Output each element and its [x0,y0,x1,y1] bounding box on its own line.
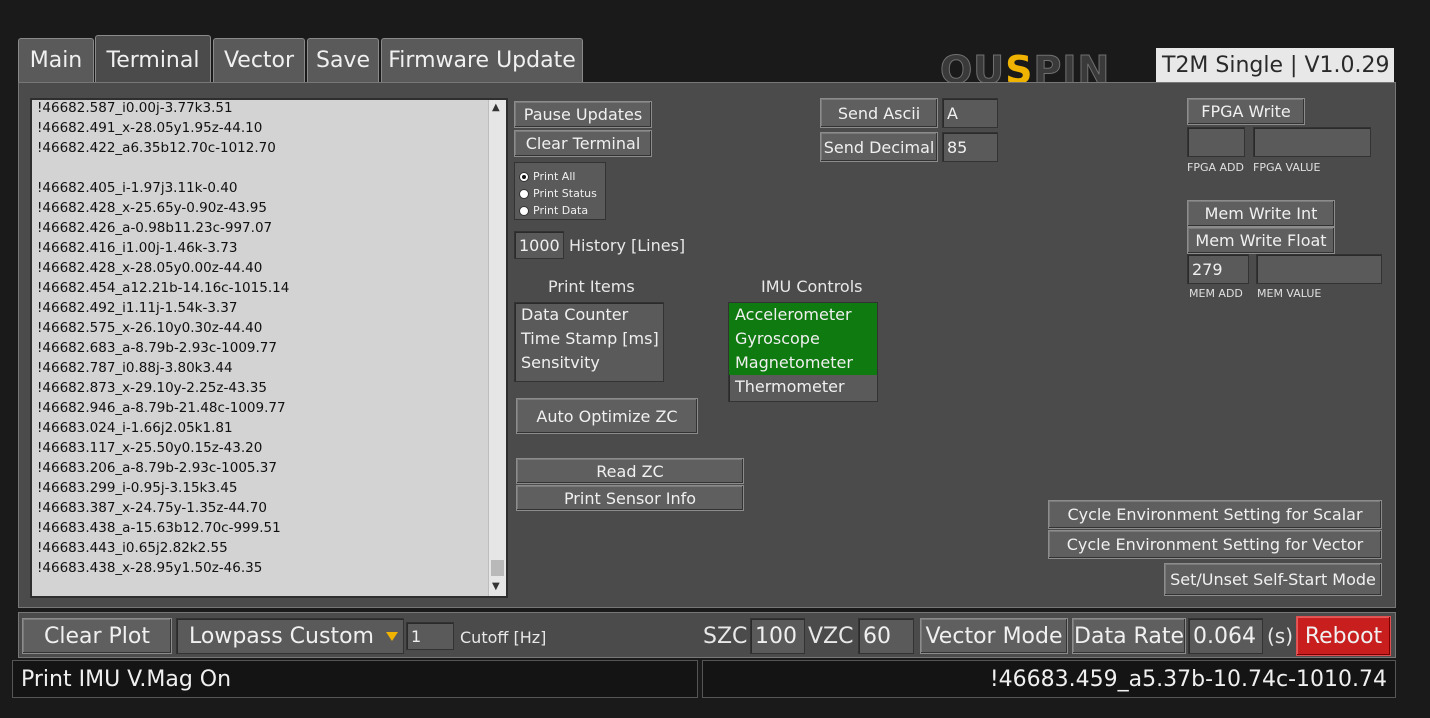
radio-print-data[interactable]: Print Data [519,204,588,217]
terminal-line: !46682.454_a12.21b-14.16c-1015.14 [37,280,290,296]
terminal-line: !46682.787_i0.88j-3.80k3.44 [37,360,233,376]
terminal-line: !46683.117_x-25.50y0.15z-43.20 [37,440,263,456]
cutoff-label: Cutoff [Hz] [460,628,547,647]
terminal-line: !46682.492_i1.11j-1.54k-3.37 [37,300,238,316]
cutoff-input[interactable]: 1 [406,622,454,650]
imu-controls-list[interactable]: Accelerometer Gyroscope Magnetometer The… [728,302,878,402]
tab-save[interactable]: Save [307,38,379,82]
send-decimal-button[interactable]: Send Decimal [820,132,938,162]
filter-dropdown-value: Lowpass Custom [189,623,374,649]
terminal-line: !46682.422_a6.35b12.70c-1012.70 [37,140,276,156]
version-label: T2M Single | V1.0.29 [1156,48,1394,82]
terminal-line: !46682.575_x-26.10y0.30z-44.40 [37,320,263,336]
tab-firmware-update[interactable]: Firmware Update [381,38,583,82]
vzc-input[interactable]: 60 [858,618,914,654]
mem-add-label: MEM ADD [1189,287,1243,300]
reboot-button[interactable]: Reboot [1296,616,1391,656]
terminal-line: !46682.873_x-29.10y-2.25z-43.35 [37,380,267,396]
terminal-line: !46682.587_i0.00j-3.77k3.51 [37,100,233,116]
scroll-down-icon[interactable]: ▼ [492,581,500,592]
terminal-line: !46683.438_a-15.63b12.70c-999.51 [37,520,281,536]
mem-add-input[interactable]: 279 [1187,254,1249,284]
mem-value-input[interactable] [1256,254,1382,284]
fpga-value-input[interactable] [1253,127,1371,157]
radio-print-all[interactable]: Print All [519,170,575,183]
data-rate-unit: (s) [1267,624,1294,648]
data-rate-input[interactable]: 0.064 [1188,618,1263,654]
terminal-line: !46682.491_x-28.05y1.95z-44.10 [37,120,263,136]
mem-write-float-button[interactable]: Mem Write Float [1187,227,1335,254]
history-lines-input[interactable]: 1000 [514,231,564,259]
terminal-lines: !46682.587_i0.00j-3.77k3.51 !46682.491_x-… [37,100,487,578]
self-start-mode-button[interactable]: Set/Unset Self-Start Mode [1164,563,1382,596]
fpga-add-input[interactable] [1187,127,1245,157]
send-ascii-input[interactable]: A [942,98,998,128]
vector-mode-button[interactable]: Vector Mode [920,618,1068,654]
mem-write-int-button[interactable]: Mem Write Int [1187,200,1335,227]
scroll-up-icon[interactable]: ▲ [492,102,500,113]
terminal-line: !46682.428_x-25.65y-0.90z-43.95 [37,200,267,216]
list-item[interactable]: Gyroscope [729,327,877,351]
tab-terminal[interactable]: Terminal [95,35,211,84]
print-items-list[interactable]: Data Counter Time Stamp [ms] Sensitvity [514,302,664,382]
list-item[interactable]: Accelerometer [729,303,877,327]
terminal-line: !46683.387_x-24.75y-1.35z-44.70 [37,500,267,516]
fpga-write-button[interactable]: FPGA Write [1187,98,1305,125]
list-item[interactable]: Time Stamp [ms] [515,327,663,351]
terminal-line: !46682.428_x-28.05y0.00z-44.40 [37,260,263,276]
terminal-line: !46683.024_i-1.66j2.05k1.81 [37,420,233,436]
terminal-line: !46682.416_i1.00j-1.46k-3.73 [37,240,238,256]
pause-updates-button[interactable]: Pause Updates [514,101,652,128]
filter-dropdown[interactable]: Lowpass Custom [176,618,404,654]
fpga-add-label: FPGA ADD [1187,161,1244,174]
list-item[interactable]: Thermometer [729,375,877,399]
dropdown-arrow-icon[interactable] [386,632,398,641]
auto-optimize-zc-button[interactable]: Auto Optimize ZC [516,398,698,434]
list-item[interactable]: Sensitvity [515,351,663,375]
send-decimal-input[interactable]: 85 [942,132,998,162]
print-items-label: Print Items [548,277,635,296]
status-last-reading: !46683.459_a5.37b-10.74c-1010.74 [702,660,1396,698]
print-mode-radio-group: Print All Print Status Print Data [514,162,606,220]
tab-main[interactable]: Main [18,38,94,82]
vzc-label: VZC [808,624,854,649]
cycle-vector-button[interactable]: Cycle Environment Setting for Vector [1048,530,1382,559]
clear-plot-button[interactable]: Clear Plot [22,618,172,654]
terminal-line: !46683.299_i-0.95j-3.15k3.45 [37,480,238,496]
terminal-line: !46682.946_a-8.79b-21.48c-1009.77 [37,400,286,416]
radio-print-status[interactable]: Print Status [519,187,597,200]
scroll-thumb[interactable] [491,560,504,576]
terminal-line: !46683.443_i0.65j2.82k2.55 [37,540,228,556]
mem-value-label: MEM VALUE [1257,287,1322,300]
terminal-line: !46682.405_i-1.97j3.11k-0.40 [37,180,238,196]
terminal-line: !46682.426_a-0.98b11.23c-997.07 [37,220,273,236]
tab-vector[interactable]: Vector [213,38,305,82]
cycle-scalar-button[interactable]: Cycle Environment Setting for Scalar [1048,500,1382,529]
terminal-line: !46683.438_x-28.95y1.50z-46.35 [37,560,263,576]
imu-controls-label: IMU Controls [761,277,863,296]
szc-label: SZC [703,624,748,649]
terminal-line: !46683.206_a-8.79b-2.93c-1005.37 [37,460,277,476]
history-lines-label: History [Lines] [569,236,686,255]
szc-input[interactable]: 100 [750,618,805,654]
clear-terminal-button[interactable]: Clear Terminal [514,130,652,157]
radio-icon [519,188,529,199]
list-item[interactable]: Data Counter [515,303,663,327]
print-sensor-info-button[interactable]: Print Sensor Info [516,485,744,511]
radio-selected-icon [519,171,529,182]
send-ascii-button[interactable]: Send Ascii [820,98,938,128]
list-item[interactable]: Magnetometer [729,351,877,375]
terminal-line: !46682.683_a-8.79b-2.93c-1009.77 [37,340,277,356]
data-rate-button[interactable]: Data Rate [1072,618,1186,654]
read-zc-button[interactable]: Read ZC [516,458,744,484]
terminal-output[interactable]: !46682.587_i0.00j-3.77k3.51 !46682.491_x-… [30,98,508,598]
status-message: Print IMU V.Mag On [12,660,698,698]
fpga-value-label: FPGA VALUE [1253,161,1321,174]
radio-icon [519,205,529,216]
terminal-scrollbar[interactable]: ▲ ▼ [488,100,506,596]
